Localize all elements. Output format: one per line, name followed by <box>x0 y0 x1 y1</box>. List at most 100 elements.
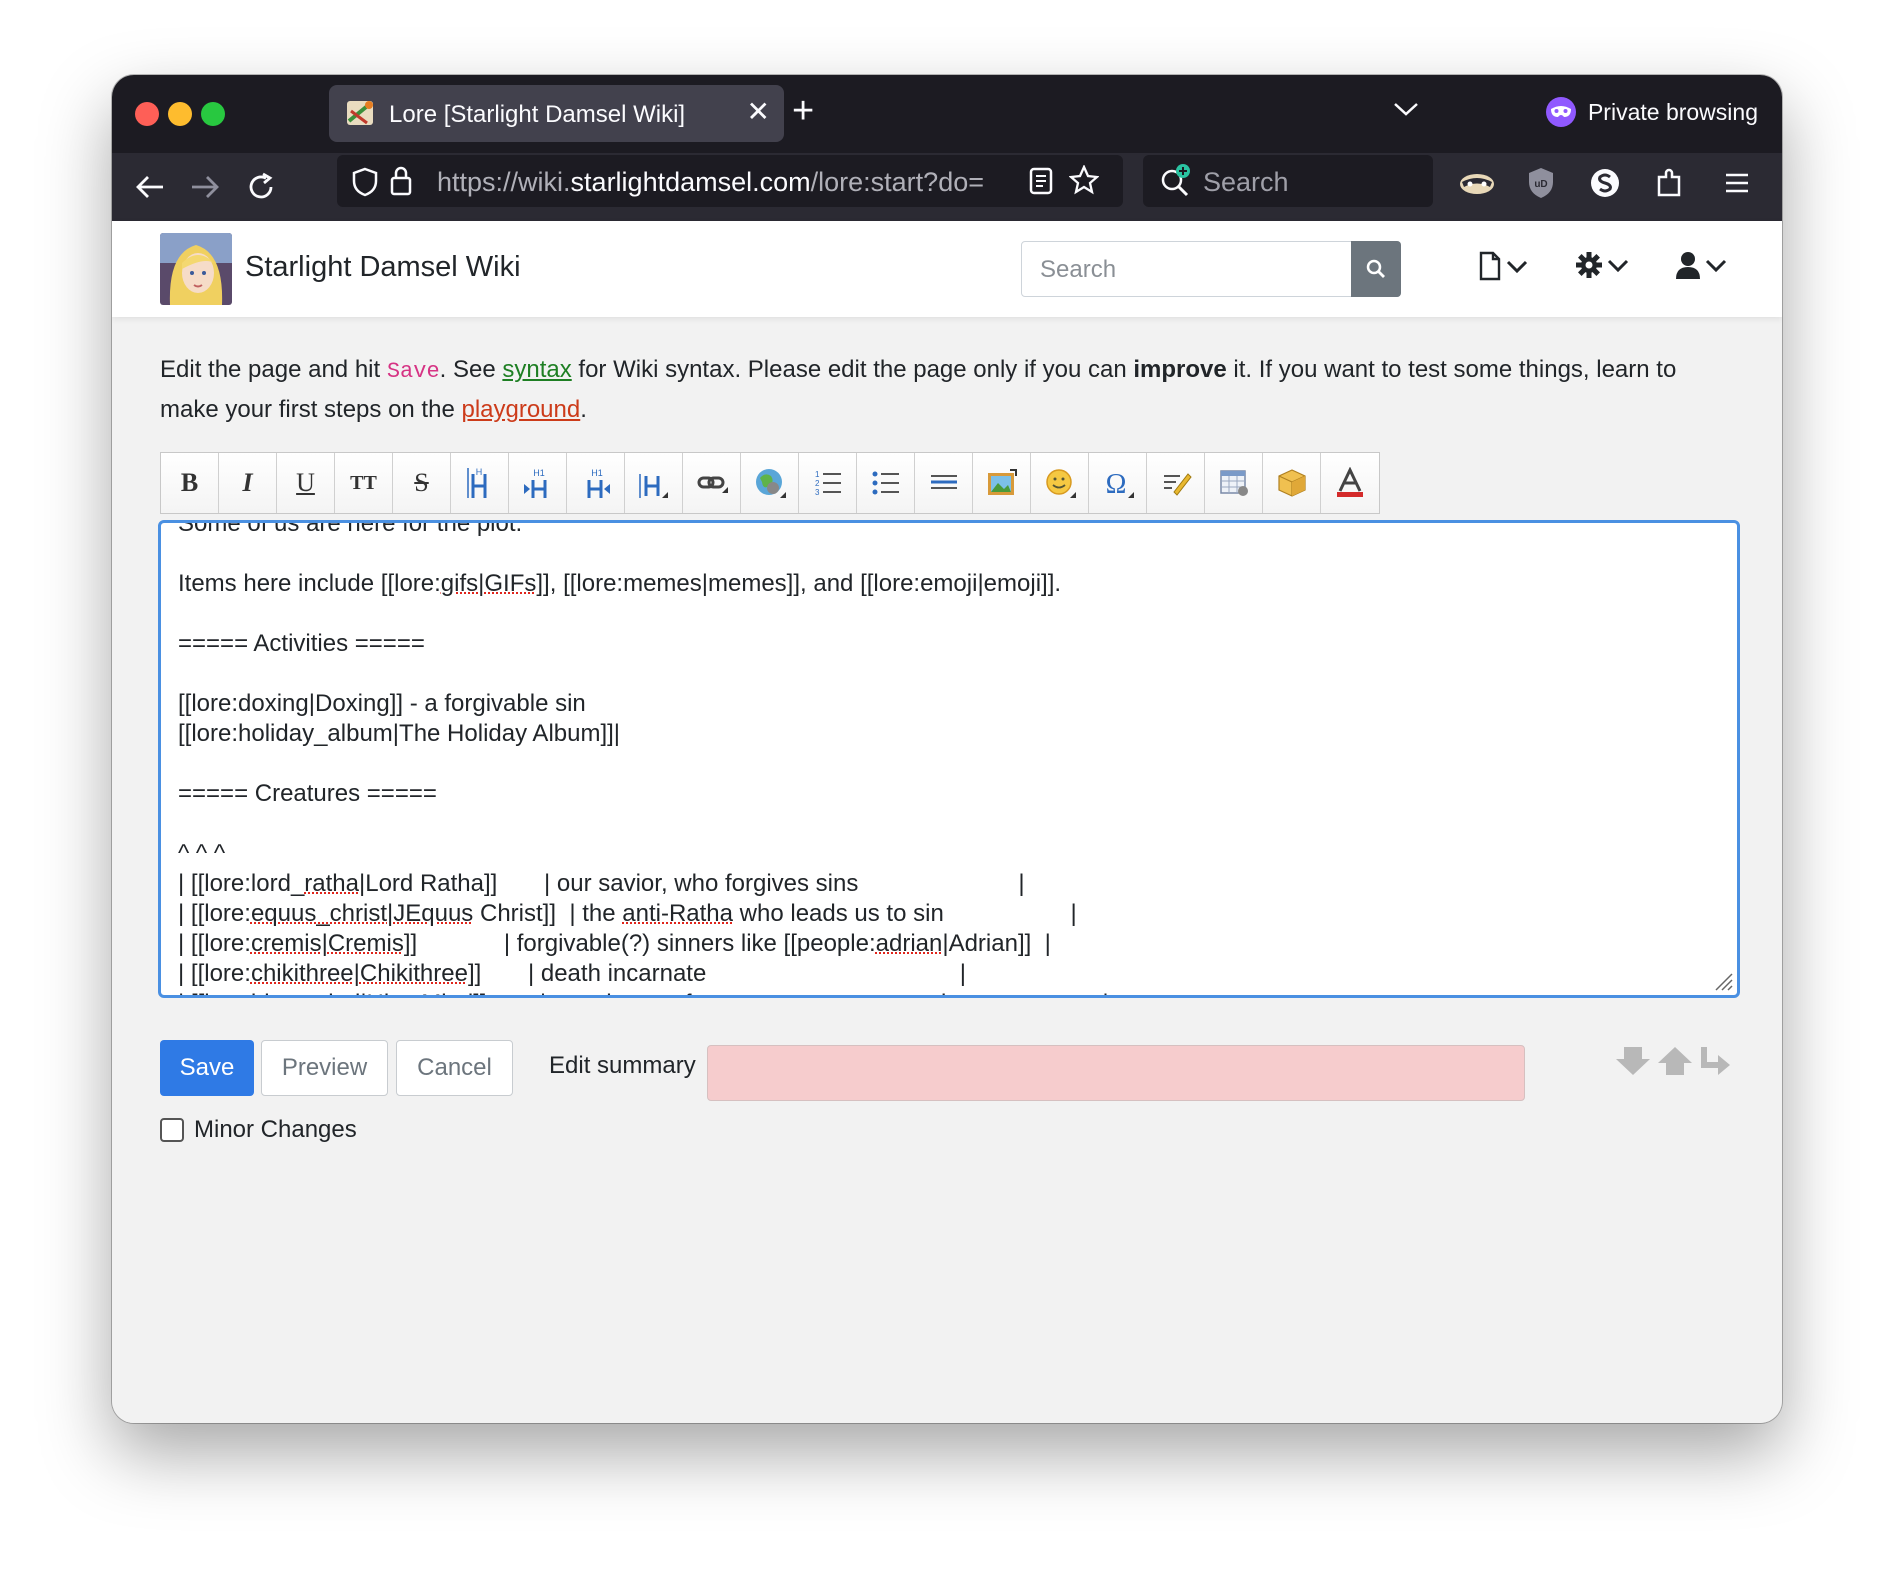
toggle-wrap-icon[interactable] <box>1698 1045 1732 1077</box>
browser-window: Lore [Starlight Damsel Wiki] ✕ + Private… <box>112 75 1782 1423</box>
new-tab-icon[interactable]: + <box>792 91 814 131</box>
lock-icon[interactable] <box>389 165 413 197</box>
table-icon <box>1219 470 1248 496</box>
link-icon <box>697 476 728 493</box>
search-engine-icon[interactable] <box>1159 163 1195 197</box>
external-link-button[interactable] <box>741 453 799 513</box>
url-text[interactable]: https://wiki.starlightdamsel.com/lore:st… <box>437 167 984 198</box>
wiki-text-editor[interactable]: Some of us are here for the plot. Items … <box>158 520 1740 998</box>
syntax-link[interactable]: syntax <box>502 356 571 383</box>
svg-text:3: 3 <box>815 488 820 497</box>
unordered-list-button[interactable] <box>857 453 915 513</box>
add-media-button[interactable] <box>973 453 1031 513</box>
tab-active[interactable]: Lore [Starlight Damsel Wiki] ✕ <box>329 85 784 142</box>
heading-lower-icon: H1 <box>523 468 546 498</box>
svg-text:H1: H1 <box>533 468 545 478</box>
save-button[interactable]: Save <box>160 1040 254 1096</box>
underline-button[interactable]: U <box>277 453 335 513</box>
tab-close-icon[interactable]: ✕ <box>747 97 770 127</box>
monospace-icon: TT <box>350 471 377 494</box>
shrink-editor-icon[interactable] <box>1656 1045 1694 1077</box>
bold-button[interactable]: B <box>161 453 219 513</box>
svg-text:1: 1 <box>815 470 820 479</box>
close-window-button[interactable] <box>135 102 159 126</box>
edit-summary-label: Edit summary <box>549 1052 696 1079</box>
chevron-down-icon <box>1506 260 1528 273</box>
forward-icon[interactable] <box>187 169 223 205</box>
app-menu-icon[interactable] <box>1723 171 1751 195</box>
user-tools-menu[interactable] <box>1675 251 1727 279</box>
minor-changes-checkbox[interactable] <box>160 1118 184 1142</box>
svg-text:2: 2 <box>815 479 820 488</box>
plugin-button[interactable] <box>1263 453 1321 513</box>
preview-button[interactable]: Preview <box>261 1040 388 1096</box>
heading-select-icon <box>638 474 668 498</box>
minimize-window-button[interactable] <box>168 102 192 126</box>
extension-s-icon[interactable] <box>1589 167 1621 199</box>
site-logo[interactable] <box>160 233 232 305</box>
globe-link-icon <box>755 469 786 498</box>
heading-lower-button[interactable]: H1 <box>509 453 567 513</box>
reload-icon[interactable] <box>243 169 279 205</box>
horizontal-rule-icon <box>930 475 957 489</box>
user-icon <box>1676 252 1700 279</box>
cancel-button[interactable]: Cancel <box>396 1040 513 1096</box>
underline-icon: U <box>296 468 315 497</box>
heading-same-icon: H <box>466 467 486 498</box>
heading-higher-button[interactable]: H1 <box>567 453 625 513</box>
private-mask-icon <box>1545 97 1576 127</box>
color-button[interactable] <box>1321 453 1379 513</box>
omega-icon: Ω <box>1105 469 1134 499</box>
heading-select-button[interactable] <box>625 453 683 513</box>
zoom-window-button[interactable] <box>201 102 225 126</box>
tracking-protection-shield-icon[interactable] <box>351 167 379 197</box>
heading-same-button[interactable]: H <box>451 453 509 513</box>
gear-icon <box>1576 252 1602 278</box>
svg-text:Ω: Ω <box>1105 469 1126 499</box>
signature-button[interactable] <box>1147 453 1205 513</box>
page-content: Starlight Damsel Wiki Search Edit the pa… <box>112 221 1782 1423</box>
edit-intro-text: Edit the page and hit Save. See syntax f… <box>160 356 1677 423</box>
image-icon <box>987 469 1017 495</box>
editor-size-controls <box>1614 1045 1732 1077</box>
smileys-button[interactable] <box>1031 453 1089 513</box>
edit-summary-input[interactable] <box>707 1045 1525 1101</box>
site-title[interactable]: Starlight Damsel Wiki <box>245 251 521 284</box>
bold-icon: B <box>180 468 199 497</box>
minor-changes-option[interactable]: Minor Changes <box>160 1116 357 1144</box>
ublock-origin-icon[interactable]: uD <box>1526 166 1556 200</box>
bookmark-star-icon[interactable] <box>1069 165 1099 195</box>
enlarge-editor-icon[interactable] <box>1614 1045 1652 1077</box>
italic-button[interactable]: I <box>219 453 277 513</box>
wiki-search-input[interactable]: Search <box>1021 241 1401 297</box>
browser-search-bar[interactable]: Search <box>1143 155 1433 207</box>
extensions-puzzle-icon[interactable] <box>1655 167 1685 199</box>
url-bar[interactable]: https://wiki.starlightdamsel.com/lore:st… <box>337 155 1123 207</box>
link-button[interactable] <box>683 453 741 513</box>
reader-view-icon[interactable] <box>1029 167 1053 195</box>
chevron-down-icon <box>1705 259 1727 272</box>
resize-handle-icon[interactable] <box>1712 970 1734 992</box>
back-icon[interactable] <box>132 169 168 205</box>
monospace-button[interactable]: TT <box>335 453 393 513</box>
playground-link[interactable]: playground <box>461 396 580 423</box>
site-tools-menu[interactable] <box>1575 251 1629 279</box>
tab-strip: Lore [Starlight Damsel Wiki] ✕ + Private… <box>112 75 1782 153</box>
page-tools-menu[interactable] <box>1478 251 1528 281</box>
ordered-list-icon: 123 <box>815 470 841 497</box>
extension-raccoon-icon[interactable] <box>1457 168 1497 198</box>
editor-text[interactable]: Some of us are here for the plot. Items … <box>178 523 1109 995</box>
private-browsing-indicator: Private browsing <box>1545 97 1758 127</box>
horizontal-rule-button[interactable] <box>915 453 973 513</box>
italic-icon: I <box>242 468 253 497</box>
strikethrough-button[interactable]: S <box>393 453 451 513</box>
svg-text:H1: H1 <box>591 468 603 478</box>
ordered-list-button[interactable]: 123 <box>799 453 857 513</box>
strikethrough-icon: S <box>414 468 429 497</box>
special-chars-button[interactable]: Ω <box>1089 453 1147 513</box>
intro-save-code: Save <box>386 359 440 384</box>
wiki-header: Starlight Damsel Wiki Search <box>112 221 1782 317</box>
list-all-tabs-icon[interactable] <box>1392 99 1420 119</box>
table-button[interactable] <box>1205 453 1263 513</box>
wiki-search-button[interactable] <box>1351 241 1401 297</box>
